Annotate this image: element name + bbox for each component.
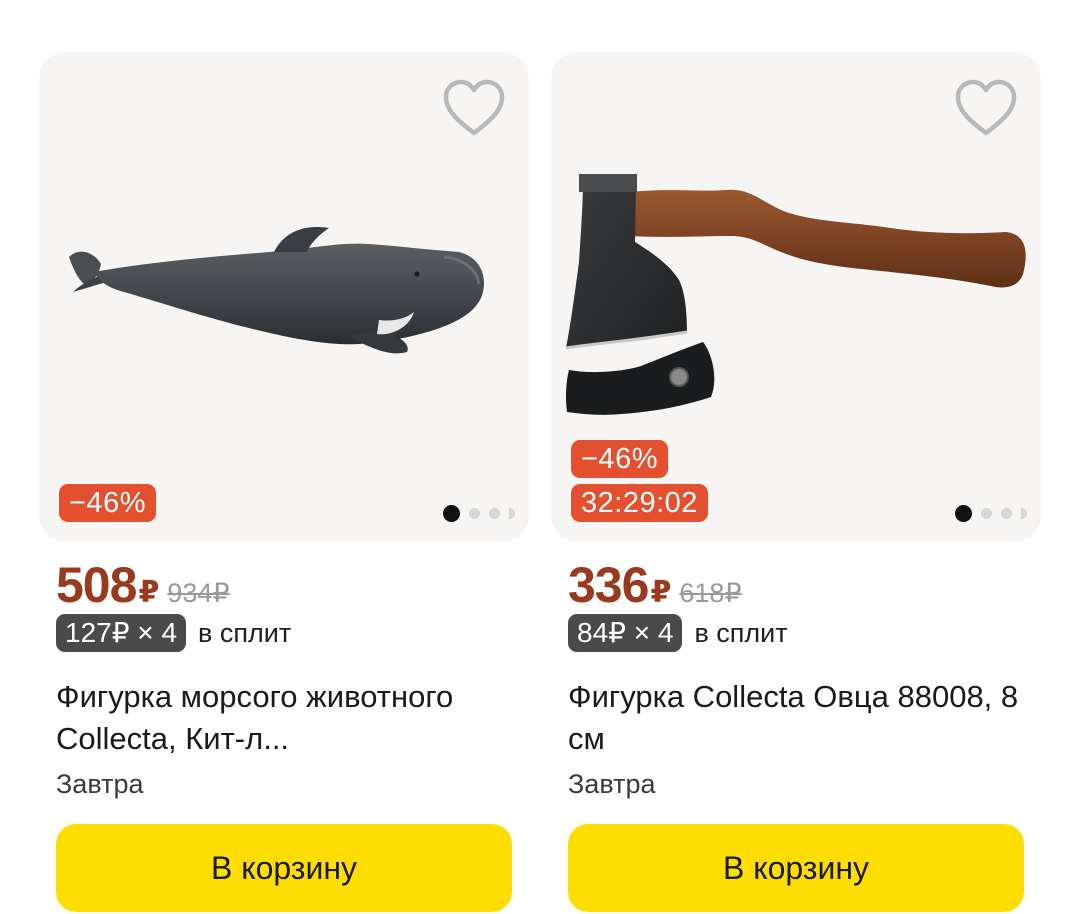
- add-to-cart-button[interactable]: В корзину: [56, 824, 512, 912]
- product-card[interactable]: −46% 32:29:02 336 ₽ 618₽ 84₽ × 4 в сплит…: [551, 52, 1041, 912]
- split-label: в сплит: [198, 617, 292, 648]
- pagination-dot[interactable]: [1021, 508, 1027, 519]
- old-price: 934₽: [167, 578, 230, 608]
- pagination-dot[interactable]: [981, 508, 992, 519]
- discount-badge: −46%: [571, 440, 668, 478]
- current-price: 508: [56, 557, 137, 613]
- split-row[interactable]: 127₽ × 4 в сплит: [39, 612, 529, 654]
- product-media[interactable]: −46%: [39, 52, 529, 542]
- pagination-dot-active[interactable]: [443, 505, 460, 522]
- split-payment-pill: 127₽ × 4: [56, 614, 187, 652]
- product-card[interactable]: −46% 508 ₽ 934₽ 127₽ × 4 в сплит Фигурка…: [39, 52, 529, 912]
- split-payment-pill: 84₽ × 4: [568, 614, 683, 652]
- pagination-dot[interactable]: [509, 508, 515, 519]
- countdown-timer-badge: 32:29:02: [571, 484, 708, 522]
- pagination-dot[interactable]: [489, 508, 500, 519]
- split-row[interactable]: 84₽ × 4 в сплит: [551, 612, 1041, 654]
- delivery-date: Завтра: [56, 769, 144, 799]
- old-price: 618₽: [679, 578, 742, 608]
- image-pagination[interactable]: [955, 505, 1027, 522]
- product-grid: −46% 508 ₽ 934₽ 127₽ × 4 в сплит Фигурка…: [0, 0, 1080, 914]
- discount-badge: −46%: [59, 484, 156, 522]
- product-media[interactable]: −46% 32:29:02: [551, 52, 1041, 542]
- product-title[interactable]: Фигурка Collecta Овца 88008, 8 см: [551, 676, 1041, 760]
- currency-sign: ₽: [650, 576, 672, 609]
- delivery-date: Завтра: [568, 769, 656, 799]
- price-row: 508 ₽ 934₽: [39, 556, 529, 613]
- add-to-cart-button[interactable]: В корзину: [568, 824, 1024, 912]
- badge-stack: −46% 32:29:02: [571, 440, 708, 522]
- heart-icon[interactable]: [953, 78, 1019, 138]
- pagination-dot[interactable]: [469, 508, 480, 519]
- heart-icon[interactable]: [441, 78, 507, 138]
- badge-stack: −46%: [59, 484, 156, 522]
- price-row: 336 ₽ 618₽: [551, 556, 1041, 613]
- pagination-dot[interactable]: [1001, 508, 1012, 519]
- product-title[interactable]: Фигурка морсого животного Collecta, Кит-…: [39, 676, 529, 760]
- split-label: в сплит: [694, 617, 788, 648]
- image-pagination[interactable]: [443, 505, 515, 522]
- currency-sign: ₽: [138, 576, 160, 609]
- pagination-dot-active[interactable]: [955, 505, 972, 522]
- current-price: 336: [568, 557, 649, 613]
